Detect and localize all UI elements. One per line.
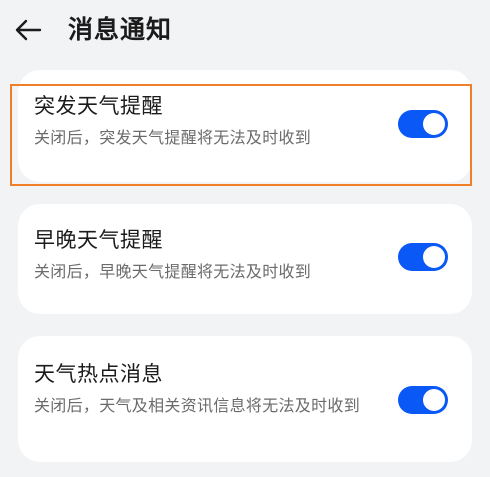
hot-news-toggle[interactable] — [398, 386, 448, 414]
setting-card-emergency: 突发天气提醒 关闭后，突发天气提醒将无法及时收到 — [18, 70, 472, 182]
page-title: 消息通知 — [68, 15, 173, 44]
setting-title: 天气热点消息 — [34, 362, 163, 386]
toggle-knob — [423, 113, 445, 135]
setting-card-hot-news: 天气热点消息 关闭后，天气及相关资讯信息将无法及时收到 — [18, 336, 472, 462]
toggle-knob — [423, 246, 445, 268]
setting-description: 关闭后，天气及相关资讯信息将无法及时收到 — [34, 396, 361, 415]
arrow-left-icon — [15, 19, 42, 41]
setting-description: 关闭后，早晚天气提醒将无法及时收到 — [34, 262, 312, 281]
setting-title: 突发天气提醒 — [34, 94, 163, 118]
setting-card-morning-evening: 早晚天气提醒 关闭后，早晚天气提醒将无法及时收到 — [18, 204, 472, 314]
setting-title: 早晚天气提醒 — [34, 228, 163, 252]
morning-evening-alert-toggle[interactable] — [398, 243, 448, 271]
emergency-alert-toggle[interactable] — [398, 110, 448, 138]
toggle-knob — [423, 389, 445, 411]
top-bar: 消息通知 — [0, 0, 490, 62]
back-button[interactable] — [12, 14, 44, 46]
setting-description: 关闭后，突发天气提醒将无法及时收到 — [34, 128, 312, 147]
